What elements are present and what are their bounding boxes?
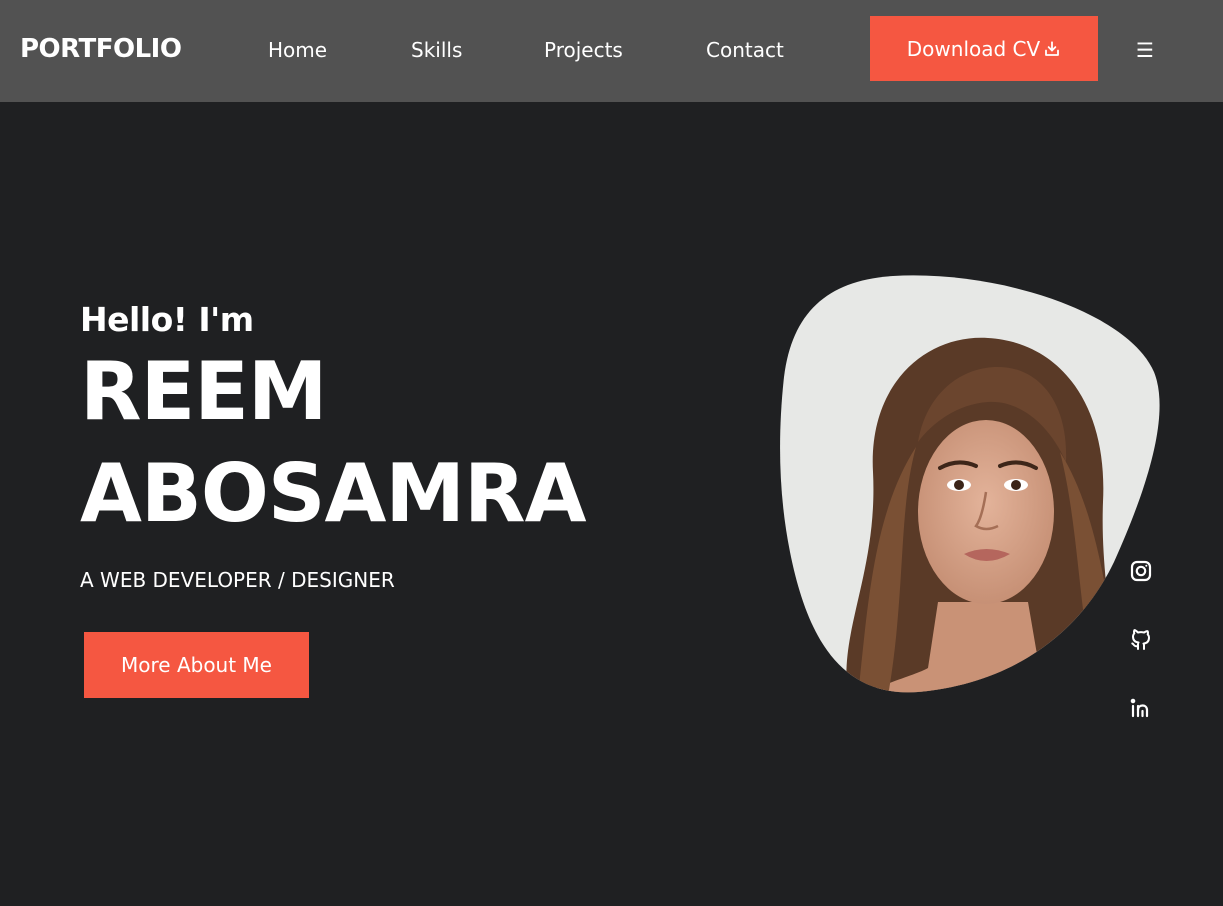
profile-photo xyxy=(778,272,1160,696)
more-about-me-button[interactable]: More About Me xyxy=(84,632,309,698)
nav-link-projects[interactable]: Projects xyxy=(544,36,623,64)
download-icon xyxy=(1045,40,1060,56)
hamburger-menu-icon[interactable]: ☰ xyxy=(1134,36,1156,64)
hero-first-name: REEM xyxy=(80,345,328,438)
download-cv-button[interactable]: Download CV xyxy=(870,16,1098,81)
navbar: PORTFOLIO Home Skills Projects Contact D… xyxy=(0,0,1223,102)
profile-photo-illustration xyxy=(780,275,1160,693)
instagram-icon[interactable] xyxy=(1128,558,1154,584)
brand-logo[interactable]: PORTFOLIO xyxy=(20,33,182,65)
hero-role: A WEB DEVELOPER / DESIGNER xyxy=(80,568,395,592)
github-icon[interactable] xyxy=(1128,626,1154,652)
download-cv-label: Download CV xyxy=(906,36,1041,61)
nav-link-home[interactable]: Home xyxy=(268,36,327,64)
nav-link-skills[interactable]: Skills xyxy=(411,36,462,64)
linkedin-icon[interactable] xyxy=(1128,695,1154,721)
hero-last-name: ABOSAMRA xyxy=(80,447,587,540)
hero-greeting: Hello! I'm xyxy=(80,300,254,339)
nav-link-contact[interactable]: Contact xyxy=(706,36,784,64)
